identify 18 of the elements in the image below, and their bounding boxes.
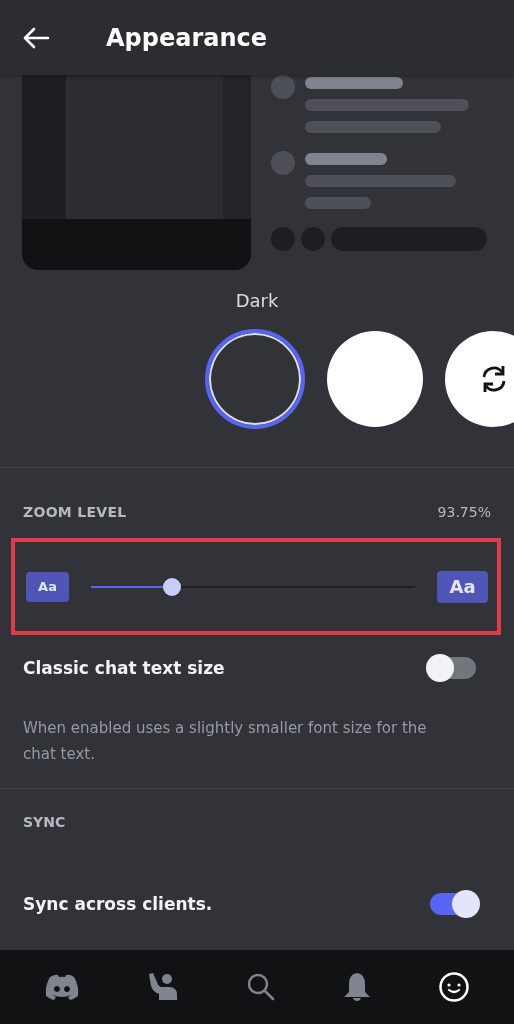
section-heading: ZOOM LEVEL xyxy=(23,504,127,520)
theme-name: Dark xyxy=(235,290,279,311)
section-heading: SYNC xyxy=(22,814,67,830)
small-text-icon: Aa xyxy=(26,571,69,602)
slider-thumb[interactable] xyxy=(163,577,181,596)
bell-icon[interactable] xyxy=(343,972,372,1002)
search-icon[interactable] xyxy=(245,972,276,1002)
waving-person-icon[interactable] xyxy=(146,972,179,1002)
setting-description: When enabled uses a slightly smaller font size for the chat text. xyxy=(22,718,428,765)
smiley-icon[interactable] xyxy=(438,971,471,1003)
setting-label: Sync across clients. xyxy=(23,894,213,914)
screen-title: Appearance xyxy=(106,23,268,52)
zoom-value: 93.75% xyxy=(437,504,491,520)
discord-logo-icon[interactable] xyxy=(43,973,80,1001)
setting-label: Classic chat text size xyxy=(23,658,225,678)
theme-option[interactable] xyxy=(445,331,514,427)
back-arrow-icon[interactable] xyxy=(22,26,50,49)
large-text-icon: Aa xyxy=(437,570,488,603)
